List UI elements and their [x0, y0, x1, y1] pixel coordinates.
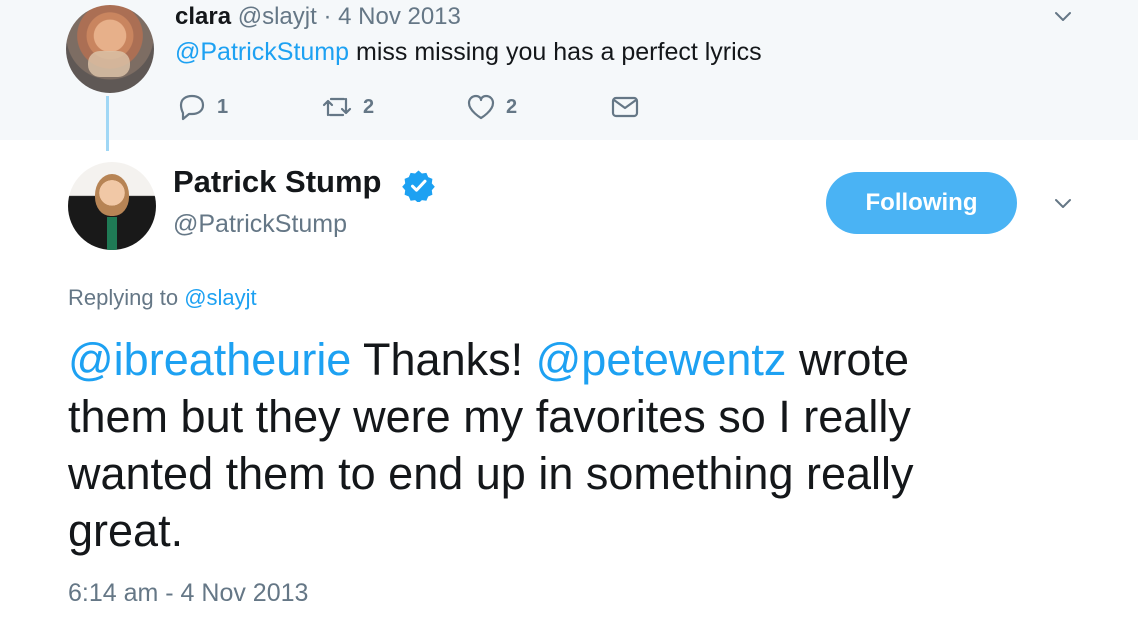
mention-link-petewentz[interactable]: @petewentz: [536, 334, 787, 385]
parent-avatar[interactable]: [66, 5, 154, 93]
retweet-icon: [321, 93, 353, 121]
direct-message-button[interactable]: [610, 91, 650, 123]
main-tweet-text: @ibreatheurie Thanks! @petewentz wrote t…: [68, 331, 1068, 559]
main-author-handle[interactable]: @PatrickStump: [173, 207, 347, 241]
parent-tweet-header: clara @slayjt · 4 Nov 2013: [175, 2, 461, 32]
tweet-text-line: wanted them to end up in something reall…: [68, 448, 914, 499]
tweet-text-line: great.: [68, 505, 184, 556]
replying-to-context: Replying to @slayjt: [68, 283, 257, 313]
retweet-count: 2: [363, 95, 375, 118]
main-author-name[interactable]: Patrick Stump: [173, 163, 381, 201]
parent-tweet-body: miss missing you has a perfect lyrics: [349, 38, 762, 66]
mail-icon: [610, 94, 640, 120]
tweet-text-line: @ibreatheurie Thanks! @petewentz wrote: [68, 331, 1068, 388]
like-button[interactable]: 2: [466, 91, 610, 123]
replying-to-handle-link[interactable]: @slayjt: [184, 285, 256, 310]
parent-author-name[interactable]: clara: [175, 3, 231, 30]
reply-icon: [177, 93, 207, 121]
reply-button[interactable]: 1: [177, 91, 321, 123]
main-author-avatar[interactable]: [68, 162, 156, 250]
heart-icon: [466, 93, 496, 121]
parent-mention-link[interactable]: @PatrickStump: [175, 38, 349, 66]
tweet-text-line: them but they were my favorites so I rea…: [68, 391, 911, 442]
reply-count: 1: [217, 95, 229, 118]
retweet-button[interactable]: 2: [321, 91, 466, 123]
like-count: 2: [506, 95, 518, 118]
main-tweet-menu-chevron-down-icon[interactable]: [1055, 196, 1071, 212]
parent-tweet-text: @PatrickStump miss missing you has a per…: [175, 37, 762, 67]
parent-tweet-menu-chevron-down-icon[interactable]: [1055, 9, 1071, 25]
tweet-text-segment: wrote: [786, 334, 909, 385]
parent-tweet-actions: 1 2 2: [177, 91, 650, 123]
mention-link-ibreatheurie[interactable]: @ibreatheurie: [68, 334, 351, 385]
following-button[interactable]: Following: [826, 172, 1017, 234]
conversation-thread-line: [106, 96, 109, 151]
parent-tweet-date[interactable]: 4 Nov 2013: [338, 3, 461, 30]
tweet-text-segment: Thanks!: [351, 334, 536, 385]
parent-date-separator: ·: [323, 3, 332, 30]
replying-to-label: Replying to: [68, 285, 185, 310]
parent-author-handle[interactable]: @slayjt: [238, 3, 317, 30]
tweet-timestamp[interactable]: 6:14 am - 4 Nov 2013: [68, 577, 308, 609]
verified-badge-icon: [402, 169, 435, 204]
